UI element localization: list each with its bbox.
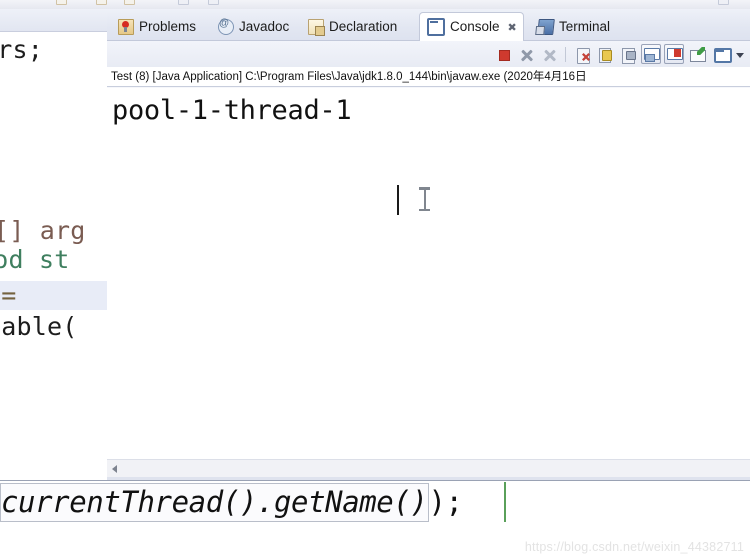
problems-icon xyxy=(118,19,134,35)
bottom-code-tail-segment: ); xyxy=(428,485,464,519)
editor-code-line: nable( xyxy=(0,312,78,341)
watermark: https://blog.csdn.net/weixin_44382711 xyxy=(524,540,744,554)
editor-code-line: hod st xyxy=(0,245,70,274)
tab-terminal[interactable]: Terminal xyxy=(531,13,617,41)
editor-tab-strip xyxy=(0,9,107,32)
terminal-icon xyxy=(537,19,555,35)
open-console-button[interactable] xyxy=(687,44,707,64)
clear-console-button[interactable] xyxy=(572,44,592,64)
tab-console[interactable]: Console ✖ xyxy=(419,12,524,41)
toolbar-ghost-icon-3 xyxy=(124,0,135,5)
editor-caret xyxy=(504,482,506,522)
chevron-down-icon[interactable] xyxy=(733,44,746,64)
javadoc-icon xyxy=(218,17,234,35)
ibeam-stem xyxy=(423,187,426,211)
scroll-lock-button[interactable] xyxy=(595,44,615,64)
console-output-area[interactable]: pool-1-thread-1 xyxy=(107,88,750,459)
remove-all-terminated-button[interactable] xyxy=(539,44,559,64)
display-selected-console-button[interactable] xyxy=(641,44,661,64)
editor-code-line-highlighted: e= xyxy=(0,281,107,310)
text-caret xyxy=(397,185,399,215)
toolbar-ghost-icon-1 xyxy=(56,0,67,5)
view-tab-bar: Problems Javadoc Declaration Console ✖ T… xyxy=(107,9,750,41)
remove-launch-button[interactable] xyxy=(516,44,536,64)
ibeam-mouse-cursor xyxy=(419,187,430,211)
show-console-on-output-button[interactable] xyxy=(664,44,684,64)
pin-console-button[interactable] xyxy=(618,44,638,64)
close-icon[interactable]: ✖ xyxy=(508,21,517,34)
toolbar-ghost-icon-2 xyxy=(96,0,107,5)
bottom-code-line: currentThread().getName()); xyxy=(0,483,464,522)
console-output-text: pool-1-thread-1 xyxy=(112,95,352,126)
declaration-icon xyxy=(308,19,325,36)
tab-label: Terminal xyxy=(559,19,611,35)
scroll-left-arrow-icon[interactable] xyxy=(110,464,120,474)
tab-javadoc[interactable]: Javadoc xyxy=(211,13,296,41)
tab-label: Problems xyxy=(139,19,197,35)
tab-problems[interactable]: Problems xyxy=(111,13,203,41)
tab-label: Declaration xyxy=(329,19,398,35)
console-toolbar-buttons xyxy=(493,43,746,65)
console-icon xyxy=(427,18,445,36)
console-horizontal-scrollbar[interactable] xyxy=(107,459,750,478)
editor-code-line: [] arg xyxy=(0,216,86,245)
terminate-button[interactable] xyxy=(493,44,513,64)
toolbar-ghost-icon-5 xyxy=(208,0,219,5)
toolbar-separator xyxy=(565,46,566,62)
console-view: Problems Javadoc Declaration Console ✖ T… xyxy=(107,9,750,478)
tab-label: Console xyxy=(450,19,500,35)
console-toolbar xyxy=(107,41,750,68)
new-console-view-button[interactable] xyxy=(710,44,732,64)
bottom-code-italic-segment: currentThread().getName() xyxy=(0,483,429,522)
launch-configuration-line: Test (8) [Java Application] C:\Program F… xyxy=(107,67,750,87)
java-editor-pane[interactable]: ors; [] arg hod st e= nable( xyxy=(0,9,108,477)
tab-declaration[interactable]: Declaration xyxy=(301,13,404,41)
toolbar-ghost-icon-6 xyxy=(718,0,729,5)
editor-code-line: ors; xyxy=(0,35,44,64)
tab-label: Javadoc xyxy=(239,19,290,35)
toolbar-ghost-icon-4 xyxy=(178,0,189,5)
